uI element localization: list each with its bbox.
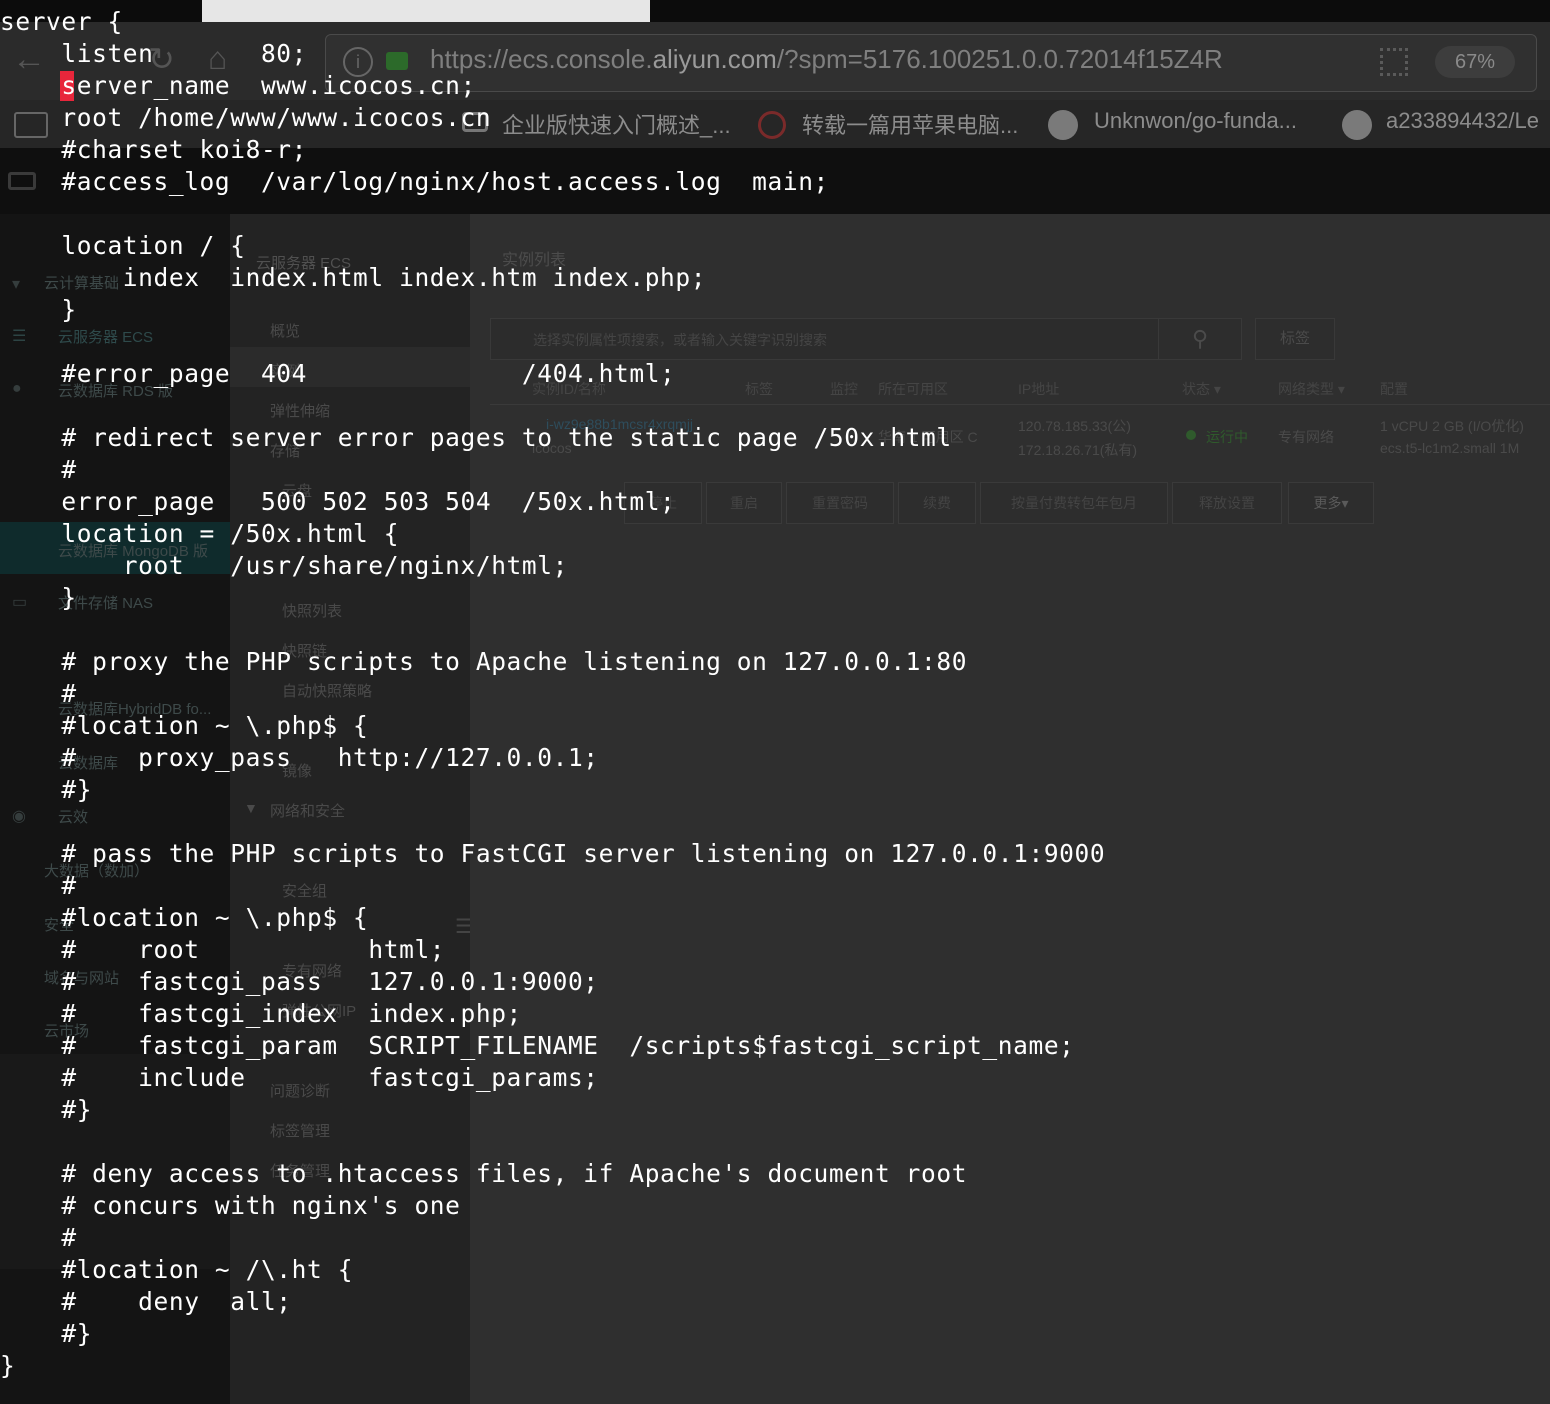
terminal-editor[interactable]: server { listen 80; server_name www.icoc… [0, 0, 1550, 1404]
terminal-line: #charset koi8-r; [0, 135, 308, 164]
terminal-line: # [0, 455, 77, 484]
terminal-line: error_page 500 502 503 504 /50x.html; [0, 487, 676, 516]
terminal-line: index index.html index.htm index.php; [0, 263, 707, 292]
terminal-line: # concurs with nginx's one [0, 1191, 461, 1220]
terminal-line: #} [0, 1095, 93, 1124]
terminal-line: #access_log /var/log/nginx/host.access.l… [0, 167, 829, 196]
terminal-line: # proxy_pass http://127.0.0.1; [0, 743, 599, 772]
terminal-line: # redirect server error pages to the sta… [0, 423, 952, 452]
terminal-line: location = /50x.html { [0, 519, 400, 548]
terminal-line: # [0, 1223, 77, 1252]
terminal-line: # deny all; [0, 1287, 292, 1316]
terminal-line: # pass the PHP scripts to FastCGI server… [0, 839, 1106, 868]
terminal-line: } [0, 1351, 16, 1380]
terminal-line: # [0, 871, 77, 900]
terminal-line: #location ~ /\.ht { [0, 1255, 354, 1284]
terminal-line: server { [0, 7, 123, 36]
terminal-line: # fastcgi_index index.php; [0, 999, 522, 1028]
terminal-line: # fastcgi_pass 127.0.0.1:9000; [0, 967, 599, 996]
terminal-line: listen 80; [0, 39, 308, 68]
terminal-line: #} [0, 775, 93, 804]
terminal-line: # proxy the PHP scripts to Apache listen… [0, 647, 968, 676]
terminal-line: #} [0, 1319, 93, 1348]
terminal-line: server_name www.icocos.cn; [0, 71, 476, 100]
terminal-line: # [0, 679, 77, 708]
terminal-line: } [0, 295, 77, 324]
terminal-line: #location ~ \.php$ { [0, 711, 369, 740]
terminal-line: } [0, 583, 77, 612]
terminal-line: # include fastcgi_params; [0, 1063, 599, 1092]
terminal-line: #location ~ \.php$ { [0, 903, 369, 932]
terminal-line: # deny access to .htaccess files, if Apa… [0, 1159, 968, 1188]
terminal-line: # root html; [0, 935, 446, 964]
terminal-line: root /usr/share/nginx/html; [0, 551, 568, 580]
terminal-line: #error_page 404 /404.html; [0, 359, 676, 388]
terminal-line: # fastcgi_param SCRIPT_FILENAME /scripts… [0, 1031, 1075, 1060]
terminal-line: location / { [0, 231, 246, 260]
terminal-line: root /home/www/www.icocos.cn [0, 103, 492, 132]
